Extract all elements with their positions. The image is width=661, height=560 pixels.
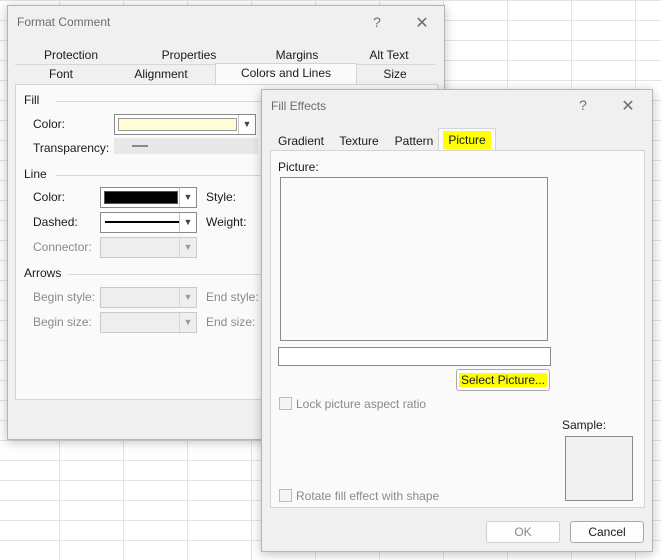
fill-color-dropdown[interactable]: ▼ (114, 114, 256, 135)
chevron-down-icon: ▼ (179, 238, 196, 257)
help-button[interactable]: ? (573, 97, 593, 113)
begin-style-dropdown[interactable]: ▼ (100, 287, 197, 308)
arrows-section-title: Arrows (24, 266, 62, 280)
tab-texture[interactable]: Texture (334, 132, 384, 150)
line-color-swatch (104, 191, 178, 204)
rotate-fill-label: Rotate fill effect with shape (296, 489, 440, 503)
picture-preview (280, 177, 548, 341)
sample-label: Sample: (562, 418, 607, 432)
lock-aspect-checkbox[interactable] (279, 397, 292, 410)
tab-font[interactable]: Font (15, 65, 107, 83)
picture-filename-field[interactable] (278, 347, 551, 366)
fill-color-label: Color: (33, 117, 66, 131)
chevron-down-icon: ▼ (179, 313, 196, 332)
ok-button[interactable]: OK (486, 521, 560, 543)
sample-preview (565, 436, 633, 501)
tab-properties[interactable]: Properties (127, 46, 251, 64)
lock-aspect-label: Lock picture aspect ratio (296, 397, 427, 411)
tab-strip: Protection Properties Margins Alt Text F… (15, 46, 435, 85)
dialog-title: Fill Effects (271, 99, 327, 113)
line-style-label: Style: (206, 190, 237, 204)
select-picture-button[interactable]: Select Picture... (456, 369, 550, 391)
rotate-fill-checkbox[interactable] (279, 489, 292, 502)
connector-dropdown[interactable]: ▼ (100, 237, 197, 258)
dashed-label: Dashed: (33, 215, 78, 229)
tab-gradient[interactable]: Gradient (272, 132, 330, 150)
tab-picture-label: Picture (443, 131, 491, 149)
chevron-down-icon: ▼ (238, 115, 255, 134)
chevron-down-icon: ▼ (179, 188, 196, 207)
help-button[interactable]: ? (367, 14, 387, 30)
begin-size-dropdown[interactable]: ▼ (100, 312, 197, 333)
tab-colors-and-lines[interactable]: Colors and Lines (215, 63, 357, 85)
connector-label: Connector: (33, 240, 92, 254)
tab-margins[interactable]: Margins (251, 46, 343, 64)
tab-size[interactable]: Size (355, 65, 435, 83)
begin-style-label: Begin style: (33, 290, 96, 304)
dialog-title: Format Comment (17, 15, 111, 29)
fill-effects-dialog: Fill Effects ? ✕ Gradient Texture Patter… (261, 89, 653, 552)
tab-protection[interactable]: Protection (15, 46, 127, 64)
slider-thumb-icon (132, 145, 148, 147)
fill-section-title: Fill (24, 93, 40, 107)
dash-sample-icon (105, 221, 179, 223)
picture-panel: Picture: Select Picture... Lock picture … (270, 150, 645, 508)
fill-color-swatch (118, 118, 237, 131)
dashed-dropdown[interactable]: ▼ (100, 212, 197, 233)
tab-pattern[interactable]: Pattern (390, 132, 438, 150)
close-button[interactable]: ✕ (618, 96, 638, 116)
tab-picture[interactable]: Picture (438, 128, 496, 151)
chevron-down-icon: ▼ (179, 288, 196, 307)
close-button[interactable]: ✕ (412, 13, 432, 33)
end-size-label: End size: (206, 315, 256, 329)
cancel-button[interactable]: Cancel (570, 521, 644, 543)
picture-label: Picture: (278, 160, 319, 174)
line-section-title: Line (24, 167, 47, 181)
transparency-slider[interactable] (114, 138, 258, 154)
end-style-label: End style: (206, 290, 259, 304)
tab-alignment[interactable]: Alignment (107, 65, 215, 83)
transparency-label: Transparency: (33, 141, 110, 155)
line-color-label: Color: (33, 190, 66, 204)
chevron-down-icon: ▼ (179, 213, 196, 232)
select-picture-label: Select Picture... (458, 373, 548, 387)
begin-size-label: Begin size: (33, 315, 92, 329)
line-weight-label: Weight: (206, 215, 247, 229)
tab-alt-text[interactable]: Alt Text (343, 46, 435, 64)
line-color-dropdown[interactable]: ▼ (100, 187, 197, 208)
